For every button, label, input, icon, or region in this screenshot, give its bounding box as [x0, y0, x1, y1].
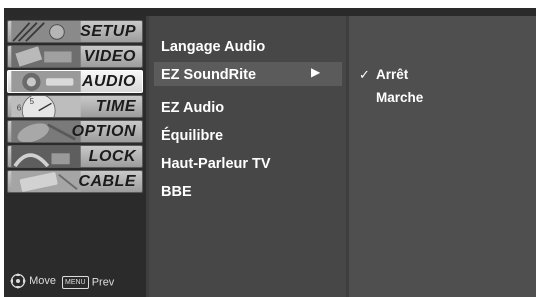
menu-key-icon: MENU: [62, 276, 89, 289]
menu-label-option: OPTION: [71, 123, 136, 140]
video-thumbnail-icon: [11, 46, 81, 67]
menu-label-lock: LOCK: [88, 148, 136, 165]
dpad-move-icon: [10, 273, 26, 289]
submenu-arrow-icon: ▶: [311, 65, 321, 79]
menu-item-audio[interactable]: AUDIO: [7, 70, 143, 93]
submenu-item-haut-parleur-tv[interactable]: Haut-Parleur TV: [161, 156, 271, 172]
svg-text:6: 6: [17, 104, 22, 113]
move-hint: Move: [10, 273, 56, 289]
submenu-item-langage-audio[interactable]: Langage Audio: [161, 39, 265, 55]
menu-item-lock[interactable]: LOCK: [7, 145, 143, 168]
submenu-item-ez-soundrite[interactable]: EZ SoundRite: [161, 67, 256, 83]
prev-hint: MENU Prev: [62, 276, 114, 289]
menu-label-video: VIDEO: [83, 48, 136, 65]
option-marche[interactable]: Marche: [376, 90, 423, 105]
move-hint-label: Move: [29, 274, 56, 287]
checkmark-icon: ✓: [359, 67, 370, 82]
submenu-item-ez-audio[interactable]: EZ Audio: [161, 100, 224, 116]
audio-thumbnail-icon: [11, 71, 81, 92]
time-clock-thumbnail-icon: 6 5: [11, 96, 81, 117]
tv-osd-menu: SETUP VIDEO AUDIO 6 5 TIME OPTION LOCK C…: [4, 8, 536, 297]
audio-submenu: Langage Audio EZ SoundRite ▶ EZ Audio Éq…: [149, 16, 346, 297]
menu-item-setup[interactable]: SETUP: [7, 20, 143, 43]
ez-soundrite-options: ✓ Arrêt Marche: [349, 16, 536, 297]
cable-thumbnail-icon: [11, 171, 81, 192]
menu-item-time[interactable]: 6 5 TIME: [7, 95, 143, 118]
menu-item-video[interactable]: VIDEO: [7, 45, 143, 68]
menu-label-audio: AUDIO: [81, 73, 136, 90]
main-menu: SETUP VIDEO AUDIO 6 5 TIME OPTION LOCK C…: [4, 16, 146, 297]
menu-label-cable: CABLE: [78, 173, 136, 190]
menu-item-option[interactable]: OPTION: [7, 120, 143, 143]
setup-thumbnail-icon: [11, 21, 81, 42]
menu-label-setup: SETUP: [80, 23, 136, 40]
lock-thumbnail-icon: [11, 146, 81, 167]
top-bar: [4, 8, 536, 16]
prev-hint-label: Prev: [91, 276, 115, 289]
option-arret[interactable]: Arrêt: [376, 67, 408, 82]
menu-item-cable[interactable]: CABLE: [7, 170, 143, 193]
submenu-item-bbe[interactable]: BBE: [161, 184, 192, 200]
svg-text:5: 5: [30, 97, 35, 106]
menu-label-time: TIME: [95, 98, 136, 115]
submenu-item-equilibre[interactable]: Équilibre: [161, 128, 223, 144]
